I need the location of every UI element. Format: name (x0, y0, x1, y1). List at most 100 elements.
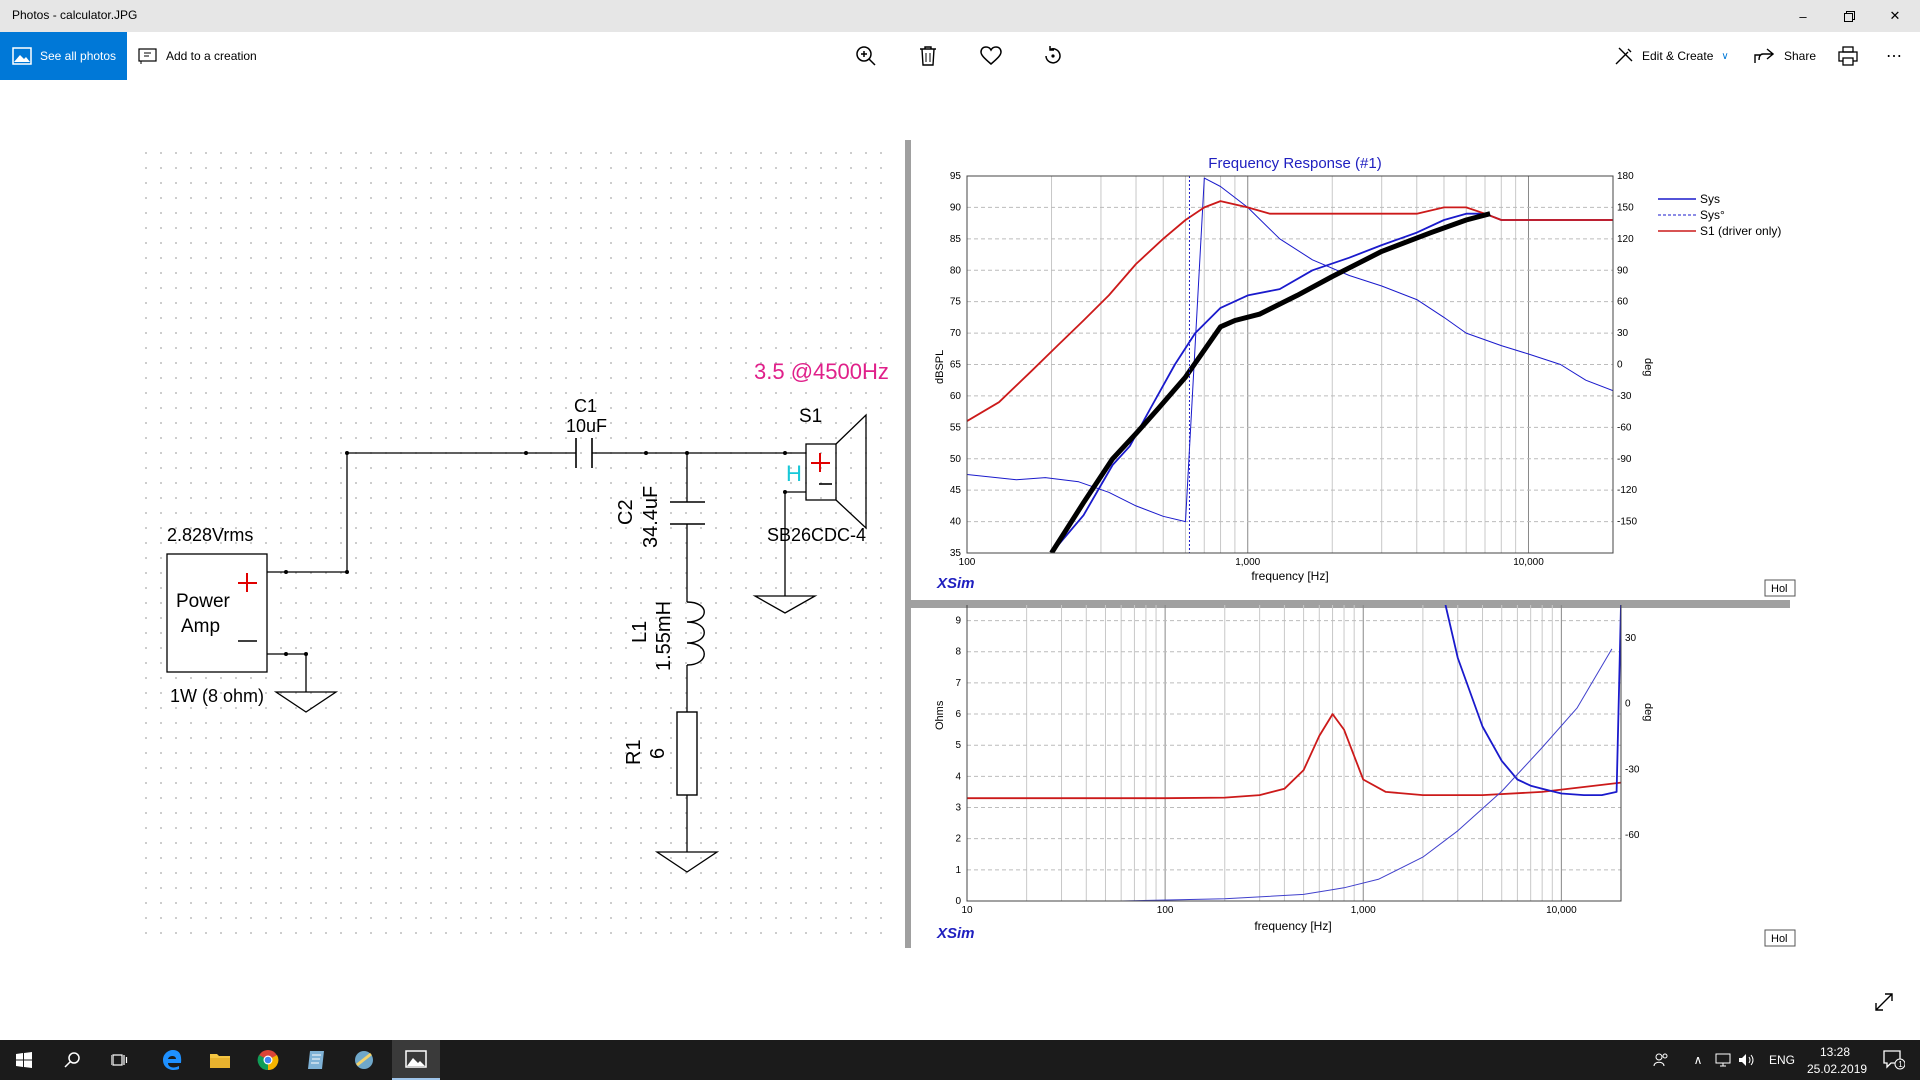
trash-icon (920, 46, 936, 66)
tray-overflow-button[interactable]: ∧ (1688, 1040, 1708, 1080)
tool-app-icon (355, 1051, 373, 1069)
input-language[interactable]: ENG (1769, 1053, 1795, 1067)
y-tick-label: 1 (955, 865, 961, 876)
see-all-photos-button[interactable]: See all photos (0, 32, 127, 80)
fullscreen-button[interactable] (1872, 990, 1896, 1014)
action-center-button[interactable]: 1 (1874, 1040, 1914, 1080)
c2-value: 34.4uF (640, 486, 662, 548)
people-button[interactable] (1646, 1040, 1676, 1080)
add-to-creation-button[interactable]: Add to a creation (138, 32, 257, 80)
c2-label: C2 (615, 499, 637, 525)
y2-tick-label: -150 (1617, 517, 1637, 528)
y-tick-label: 90 (950, 202, 962, 213)
schematic: C1 10uF C2 34.4uF L1 1.55mH R1 6 H S1 SB… (143, 150, 893, 940)
r1-value: 6 (647, 748, 669, 759)
share-label: Share (1784, 49, 1817, 63)
zoom-in-icon (856, 46, 876, 66)
taskbar-chrome[interactable] (244, 1040, 292, 1080)
x-tick-label: 100 (1157, 905, 1174, 916)
taskbar-edge[interactable] (148, 1040, 196, 1080)
clock-time[interactable]: 13:28 (1820, 1045, 1850, 1059)
share-button[interactable]: Share (1754, 32, 1816, 80)
photos-icon (12, 47, 32, 65)
restore-button[interactable] (1826, 0, 1872, 32)
c1-label: C1 (574, 396, 597, 416)
heart-icon (980, 46, 1002, 65)
x-tick-label: 100 (959, 557, 976, 568)
y2-tick-label: 0 (1625, 699, 1631, 710)
y-tick-label: 4 (955, 771, 961, 782)
y-tick-label: 45 (950, 485, 962, 496)
more-options-button[interactable]: ⋯ (1886, 32, 1902, 80)
chevron-up-icon: ∧ (1693, 1053, 1703, 1067)
y-tick-label: 50 (950, 454, 962, 465)
volume-button[interactable] (1736, 1040, 1758, 1080)
y2-tick-label: -60 (1617, 422, 1632, 433)
imp-xlabel: frequency [Hz] (1254, 919, 1331, 933)
y2-tick-label: 0 (1617, 360, 1623, 371)
taskbar-app-tool[interactable] (340, 1040, 388, 1080)
s1-model: SB26CDC-4 (767, 525, 866, 545)
y2-tick-label: 60 (1617, 297, 1629, 308)
y2-tick-label: -90 (1617, 454, 1632, 465)
y2-tick-label: 90 (1617, 265, 1629, 276)
x-tick-label: 1,000 (1235, 557, 1260, 568)
x-tick-label: 10 (961, 905, 973, 916)
edit-create-label: Edit & Create (1642, 49, 1714, 63)
taskbar-app-notes[interactable] (292, 1040, 340, 1080)
expand-icon (1875, 993, 1893, 1011)
taskbar: ∧ ENG 13:28 25.02.2019 1 (0, 1040, 1920, 1080)
y-tick-label: 6 (955, 709, 961, 720)
people-icon (1653, 1053, 1668, 1067)
print-button[interactable] (1838, 32, 1858, 80)
start-button[interactable] (0, 1040, 48, 1080)
window-title: Photos - calculator.JPG (12, 8, 138, 22)
rotate-button[interactable] (1042, 32, 1064, 80)
frequency-response-window: Frequency Response (#1) 95 90 85 80 75 70 65 60… (905, 140, 1796, 608)
restore-icon (1843, 10, 1855, 22)
taskbar-file-explorer[interactable] (196, 1040, 244, 1080)
imp-y2label: deg (1642, 703, 1654, 721)
l1-value: 1.55mH (653, 601, 675, 671)
y2-tick-label: -30 (1625, 764, 1640, 775)
clock-date[interactable]: 25.02.2019 (1807, 1062, 1867, 1076)
photos-icon (405, 1050, 427, 1068)
y2-tick-label: -120 (1617, 485, 1637, 496)
x-tick-label: 10,000 (1546, 905, 1577, 916)
minimize-button[interactable]: – (1780, 0, 1826, 32)
search-button[interactable] (48, 1040, 96, 1080)
edit-create-icon (1615, 47, 1633, 65)
amp-label-2: Amp (181, 616, 220, 637)
s1-h-label: H (786, 461, 802, 486)
close-icon: ✕ (1889, 8, 1901, 23)
y-tick-label: 80 (950, 265, 962, 276)
y2-tick-label: 30 (1617, 328, 1629, 339)
edit-create-button[interactable]: Edit & Create ∨ (1614, 32, 1729, 80)
y2-tick-label: 120 (1617, 234, 1634, 245)
add-creation-label: Add to a creation (166, 49, 257, 63)
folder-icon (210, 1054, 230, 1068)
network-button[interactable] (1712, 1040, 1734, 1080)
y-tick-label: 9 (955, 616, 961, 627)
y2-tick-label: -60 (1625, 830, 1640, 841)
close-button[interactable]: ✕ (1872, 0, 1918, 32)
y-tick-label: 95 (950, 171, 962, 182)
y-tick-label: 5 (955, 740, 961, 751)
c1-value: 10uF (566, 416, 607, 436)
y-tick-label: 65 (950, 360, 962, 371)
zoom-button[interactable] (855, 32, 877, 80)
chevron-down-icon: ∨ (1721, 50, 1729, 62)
windows-logo-icon (16, 1052, 32, 1068)
task-view-button[interactable] (96, 1040, 144, 1080)
search-icon (64, 1052, 80, 1068)
fr-title: Frequency Response (#1) (1208, 155, 1381, 172)
taskbar-photos[interactable] (392, 1040, 440, 1080)
edge-icon (163, 1050, 182, 1070)
add-creation-icon (138, 48, 157, 64)
y-tick-label: 85 (950, 234, 962, 245)
x-tick-label: 10,000 (1513, 557, 1544, 568)
favorite-button[interactable] (980, 32, 1002, 80)
delete-button[interactable] (918, 32, 938, 80)
fr-hold-label: Hol (1771, 583, 1788, 595)
impedance-window: 9876543210 300-30-60 10 100 1,000 10,000 Oh… (905, 605, 1796, 948)
